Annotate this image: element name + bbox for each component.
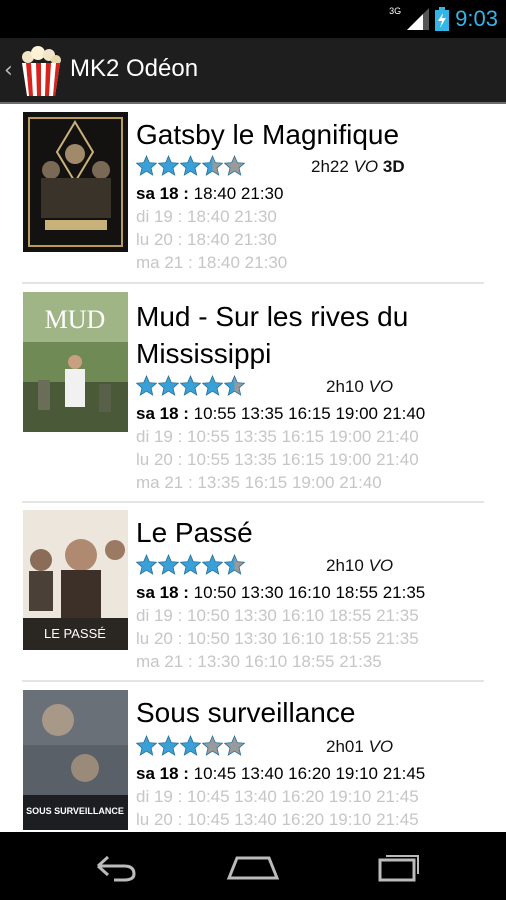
duration: 2h10 (326, 556, 364, 575)
format-badge: 3D (382, 157, 405, 176)
version-badge: VO (353, 157, 379, 176)
navigation-bar (0, 832, 506, 900)
list-divider (22, 501, 484, 503)
list-divider (22, 680, 484, 682)
up-navigation-icon[interactable]: ‹ (4, 58, 13, 83)
movie-poster: MUD (23, 292, 128, 432)
list-divider (22, 282, 484, 284)
star-icon (136, 375, 157, 396)
recent-apps-icon[interactable] (366, 846, 426, 886)
star-icon (202, 554, 223, 575)
star-icon (180, 375, 201, 396)
star-icon (180, 735, 201, 756)
duration: 2h22 (311, 157, 349, 176)
network-type-label: 3G (389, 6, 402, 16)
showtime-row: lu 20 : 10:55 13:35 16:15 19:00 21:40 (136, 450, 419, 469)
movie-poster: LE PASSÉ (23, 510, 128, 650)
signal-icon (407, 8, 430, 30)
showtime-row: di 19 : 18:40 21:30 (136, 207, 277, 226)
duration: 2h01 (326, 737, 364, 756)
star-icon (224, 554, 245, 575)
star-icon (136, 554, 157, 575)
movie-poster (23, 112, 128, 252)
movie-meta: 2h22 VO 3D (311, 157, 405, 177)
star-icon (202, 155, 223, 176)
star-icon (158, 554, 179, 575)
movie-title: Le Passé (136, 517, 253, 548)
showtime-row: ma 21 : 13:30 16:10 18:55 21:35 (136, 652, 382, 671)
star-icon (180, 155, 201, 176)
version-badge: VO (368, 737, 394, 756)
home-icon[interactable] (223, 846, 283, 886)
showtime-row: ma 21 : 13:35 16:15 19:00 21:40 (136, 473, 382, 492)
star-icon (224, 735, 245, 756)
showtime-row: sa 18 : 10:50 13:30 16:10 18:55 21:35 (136, 583, 426, 602)
version-badge: VO (368, 556, 394, 575)
showtime-row: lu 20 : 10:45 13:40 16:20 19:10 21:45 (136, 810, 419, 829)
movie-meta: 2h10 VO (326, 377, 393, 397)
status-bar: 3G 9:03 (0, 0, 506, 38)
star-icon (202, 735, 223, 756)
page-title: MK2 Odéon (70, 55, 199, 82)
star-icon (224, 155, 245, 176)
showtime-row: sa 18 : 18:40 21:30 (136, 184, 284, 203)
star-icon (224, 375, 245, 396)
movie-title: Gatsby le Magnifique (136, 119, 400, 150)
movie-meta: 2h10 VO (326, 556, 393, 576)
rating-stars (136, 375, 246, 396)
showtime-row: lu 20 : 10:50 13:30 16:10 18:55 21:35 (136, 629, 419, 648)
action-bar: ‹ MK2 Odéon (0, 38, 506, 104)
star-icon (158, 735, 179, 756)
star-icon (180, 554, 201, 575)
movie-title: Sous surveillance (136, 697, 356, 728)
showtime-row: di 19 : 10:45 13:40 16:20 19:10 21:45 (136, 787, 419, 806)
svg-text:SOUS SURVEILLANCE: SOUS SURVEILLANCE (26, 806, 124, 816)
movie-title: Mud - Sur les rives du Mississippi (136, 301, 409, 369)
movie-poster: SOUS SURVEILLANCE (23, 690, 128, 830)
showtime-row: sa 18 : 10:45 13:40 16:20 19:10 21:45 (136, 764, 426, 783)
star-icon (158, 375, 179, 396)
star-icon (136, 735, 157, 756)
star-icon (202, 375, 223, 396)
svg-text:MUD: MUD (45, 305, 106, 334)
rating-stars (136, 155, 246, 176)
rating-stars (136, 554, 246, 575)
battery-charging-icon (435, 7, 450, 31)
clock: 9:03 (455, 6, 498, 31)
star-icon (136, 155, 157, 176)
movie-meta: 2h01 VO (326, 737, 393, 757)
showtime-row: sa 18 : 10:55 13:35 16:15 19:00 21:40 (136, 404, 426, 423)
back-icon[interactable] (84, 846, 144, 886)
rating-stars (136, 735, 246, 756)
showtime-row: lu 20 : 18:40 21:30 (136, 230, 277, 249)
version-badge: VO (368, 377, 394, 396)
showtime-row: di 19 : 10:50 13:30 16:10 18:55 21:35 (136, 606, 419, 625)
duration: 2h10 (326, 377, 364, 396)
svg-text:LE PASSÉ: LE PASSÉ (44, 626, 106, 641)
showtime-row: ma 21 : 18:40 21:30 (136, 253, 288, 272)
movie-list[interactable]: Gatsby le Magnifique 2h22 VO 3D sa 18 : … (0, 104, 506, 832)
star-icon (158, 155, 179, 176)
popcorn-app-icon[interactable] (18, 45, 64, 97)
showtime-row: di 19 : 10:55 13:35 16:15 19:00 21:40 (136, 427, 419, 446)
